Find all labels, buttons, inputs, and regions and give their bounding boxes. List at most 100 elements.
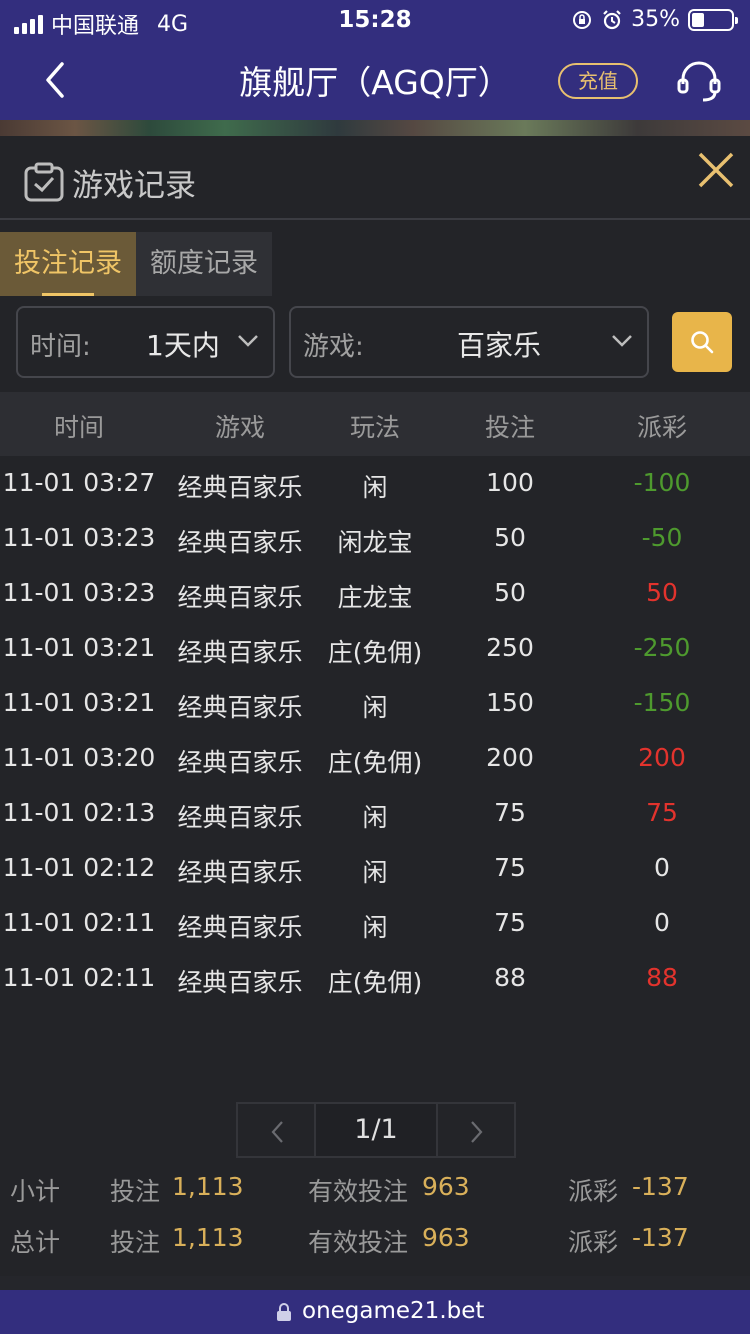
prev-page-button[interactable] bbox=[236, 1102, 316, 1158]
subtotal-valid-value: 963 bbox=[422, 1172, 470, 1201]
recharge-button[interactable]: 充值 bbox=[558, 63, 638, 99]
total-valid-label: 有效投注 bbox=[308, 1228, 409, 1257]
cell-game: 经典百家乐 bbox=[177, 528, 303, 557]
customer-service-button[interactable] bbox=[676, 58, 722, 104]
total-payout-value: -137 bbox=[632, 1223, 689, 1252]
cell-payout: 0 bbox=[654, 908, 670, 937]
tab-balance-records[interactable]: 额度记录 bbox=[136, 232, 272, 296]
table-row: 11-01 03:20 经典百家乐 庄(免佣) 200 200 bbox=[0, 731, 750, 786]
cell-payout: -100 bbox=[633, 468, 691, 497]
table-row: 11-01 03:21 经典百家乐 庄(免佣) 250 -250 bbox=[0, 621, 750, 676]
total-bet-label: 投注 bbox=[110, 1228, 161, 1257]
cell-time: 11-01 02:12 bbox=[2, 853, 156, 882]
cell-bet: 50 bbox=[494, 578, 526, 607]
cell-play: 庄(免佣) bbox=[327, 748, 423, 777]
orientation-lock-icon bbox=[573, 10, 592, 29]
total-label: 总计 bbox=[10, 1228, 61, 1257]
close-icon[interactable] bbox=[696, 150, 736, 190]
cell-payout: -150 bbox=[633, 688, 691, 717]
total-payout-label: 派彩 bbox=[568, 1228, 619, 1257]
cell-play: 闲 bbox=[362, 913, 388, 942]
page-indicator: 1/1 bbox=[316, 1102, 436, 1158]
cell-play: 闲 bbox=[362, 803, 388, 832]
cell-bet: 75 bbox=[494, 798, 526, 827]
cell-bet: 250 bbox=[486, 633, 534, 662]
cell-time: 11-01 03:27 bbox=[2, 468, 156, 497]
subtotal-label: 小计 bbox=[10, 1177, 61, 1206]
cell-play: 闲龙宝 bbox=[337, 528, 413, 557]
game-filter-select[interactable]: 游戏: 百家乐 bbox=[289, 306, 649, 378]
chevron-down-icon bbox=[238, 335, 258, 347]
subtotal-row: 小计 投注 1,113 有效投注 963 派彩 -137 bbox=[0, 1172, 750, 1212]
total-row: 总计 投注 1,113 有效投注 963 派彩 -137 bbox=[0, 1223, 750, 1263]
cell-play: 庄(免佣) bbox=[327, 968, 423, 997]
table-row: 11-01 02:13 经典百家乐 闲 75 75 bbox=[0, 786, 750, 841]
cell-time: 11-01 02:11 bbox=[2, 963, 156, 992]
cell-play: 庄(免佣) bbox=[327, 638, 423, 667]
cell-payout: 75 bbox=[646, 798, 678, 827]
nav-bar: 旗舰厅（AGQ厅） 充值 bbox=[0, 40, 750, 120]
cell-time: 11-01 02:11 bbox=[2, 908, 156, 937]
subtotal-bet-label: 投注 bbox=[110, 1177, 161, 1206]
table-header: 时间 游戏 玩法 投注 派彩 bbox=[0, 392, 750, 456]
filter-bar: 时间: 1天内 游戏: 百家乐 bbox=[0, 304, 750, 380]
game-filter-label: 游戏: bbox=[303, 332, 364, 362]
cell-play: 闲 bbox=[362, 858, 388, 887]
next-page-button[interactable] bbox=[436, 1102, 516, 1158]
chevron-right-icon bbox=[471, 1121, 483, 1143]
cell-play: 闲 bbox=[362, 473, 388, 502]
alarm-icon bbox=[603, 9, 621, 29]
search-button[interactable] bbox=[672, 312, 732, 372]
cell-game: 经典百家乐 bbox=[177, 748, 303, 777]
table-row: 11-01 02:11 经典百家乐 闲 75 0 bbox=[0, 896, 750, 951]
cell-payout: 200 bbox=[638, 743, 686, 772]
cell-payout: -50 bbox=[641, 523, 683, 552]
table-row: 11-01 03:21 经典百家乐 闲 150 -150 bbox=[0, 676, 750, 731]
cell-bet: 100 bbox=[486, 468, 534, 497]
cell-time: 11-01 03:21 bbox=[2, 688, 156, 717]
browser-url-bar[interactable]: onegame21.bet bbox=[0, 1290, 750, 1334]
cell-payout: 88 bbox=[646, 963, 678, 992]
clipboard-check-icon bbox=[24, 162, 64, 202]
cell-bet: 75 bbox=[494, 908, 526, 937]
game-record-panel: 游戏记录 投注记录 额度记录 时间: 1天内 游戏: 百家乐 时间 游戏 玩法 … bbox=[0, 136, 750, 1276]
cell-game: 经典百家乐 bbox=[177, 913, 303, 942]
url-domain: onegame21.bet bbox=[302, 1298, 485, 1324]
headset-icon bbox=[677, 61, 721, 102]
game-filter-value: 百家乐 bbox=[457, 329, 542, 362]
record-tabs: 投注记录 额度记录 bbox=[0, 232, 272, 296]
chevron-down-icon bbox=[612, 335, 632, 347]
lock-icon bbox=[277, 1303, 291, 1321]
table-row: 11-01 02:12 经典百家乐 闲 75 0 bbox=[0, 841, 750, 896]
subtotal-payout-label: 派彩 bbox=[568, 1177, 619, 1206]
panel-header: 游戏记录 bbox=[0, 136, 750, 220]
time-filter-value: 1天内 bbox=[146, 329, 220, 362]
table-row: 11-01 03:27 经典百家乐 闲 100 -100 bbox=[0, 456, 750, 511]
column-header-game: 游戏 bbox=[214, 413, 265, 442]
column-header-payout: 派彩 bbox=[636, 413, 687, 442]
cell-game: 经典百家乐 bbox=[177, 803, 303, 832]
battery-percent: 35% bbox=[631, 7, 680, 32]
subtotal-payout-value: -137 bbox=[632, 1172, 689, 1201]
cell-payout: 50 bbox=[646, 578, 678, 607]
pagination: 1/1 bbox=[236, 1102, 516, 1158]
cell-bet: 50 bbox=[494, 523, 526, 552]
time-filter-select[interactable]: 时间: 1天内 bbox=[16, 306, 275, 378]
live-table-background bbox=[0, 120, 750, 136]
column-header-play: 玩法 bbox=[349, 413, 400, 442]
cell-play: 闲 bbox=[362, 693, 388, 722]
cell-game: 经典百家乐 bbox=[177, 858, 303, 887]
subtotal-valid-label: 有效投注 bbox=[308, 1177, 409, 1206]
chevron-left-icon bbox=[271, 1121, 283, 1143]
cell-game: 经典百家乐 bbox=[177, 693, 303, 722]
cell-play: 庄龙宝 bbox=[337, 583, 413, 612]
table-row: 11-01 03:23 经典百家乐 闲龙宝 50 -50 bbox=[0, 511, 750, 566]
cell-time: 11-01 03:20 bbox=[2, 743, 156, 772]
total-bet-value: 1,113 bbox=[172, 1223, 244, 1252]
battery-icon bbox=[688, 8, 738, 31]
search-icon bbox=[691, 331, 714, 354]
cell-payout: 0 bbox=[654, 853, 670, 882]
record-table-body: 11-01 03:27 经典百家乐闲 100 -100 11-01 03:23 经典百家乐… bbox=[0, 456, 750, 1006]
cell-game: 经典百家乐 bbox=[177, 583, 303, 612]
tab-bet-records[interactable]: 投注记录 bbox=[0, 232, 136, 296]
